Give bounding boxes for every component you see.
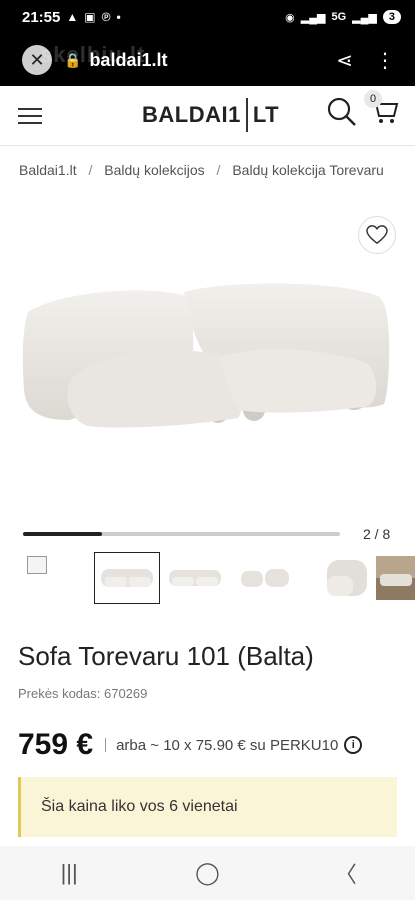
status-bar: 21:55 ▲ ▣ ℗ • ◉ ▂▄▆ 5G ▂▄▆ 3 [0, 0, 415, 34]
breadcrumb-item[interactable]: Baldų kolekcija Torevaru [232, 162, 384, 178]
signal-icon: ▂▄▆ [300, 11, 326, 24]
battery-icon: 3 [382, 10, 401, 24]
breadcrumb-separator: / [88, 162, 93, 178]
breadcrumb-item[interactable]: Baldų kolekcijos [104, 162, 204, 178]
menu-icon[interactable] [18, 107, 42, 124]
system-nav-bar: ||| ◯ 〈 [0, 846, 415, 900]
watermark: skelbiu.lt [40, 42, 146, 67]
installment-text: arba ~ 10 x 75.90 € su PERKU10 [116, 736, 339, 754]
pinterest-icon: ℗ [101, 10, 111, 24]
share-icon[interactable]: ⋖ [336, 48, 353, 73]
site-header: BALDAI1 LT 0 [0, 86, 415, 146]
sofa-thumbnail-image [101, 569, 153, 587]
thumbnail-strip [0, 552, 415, 604]
product-price: 759 € [18, 728, 94, 761]
site-logo[interactable]: BALDAI1 LT [142, 98, 279, 132]
wishlist-button[interactable] [358, 216, 396, 254]
info-icon[interactable]: i [344, 736, 363, 754]
heart-icon [366, 225, 388, 245]
home-icon[interactable]: ◯ [177, 860, 237, 886]
network-type: 5G [331, 11, 347, 23]
back-icon[interactable]: 〈 [316, 857, 376, 889]
product-title: Sofa Torevaru 101 (Balta) [18, 641, 314, 671]
thumbnail[interactable] [306, 552, 372, 604]
sofa-thumbnail-image [327, 560, 367, 596]
warning-icon: ▲ [66, 10, 79, 24]
sofa-thumbnail-image [169, 570, 221, 586]
screenshot-icon: ▣ [84, 10, 96, 24]
logo-left: BALDAI1 [142, 102, 241, 127]
recent-apps-icon[interactable]: ||| [39, 860, 99, 886]
gallery-progress [23, 532, 340, 536]
search-icon[interactable] [326, 96, 358, 128]
more-menu-icon[interactable]: ⋮ [375, 48, 395, 73]
product-main-image[interactable] [18, 270, 398, 440]
logo-right: LT [252, 102, 280, 127]
cart-count-badge: 0 [364, 90, 382, 108]
room-thumbnail-image [376, 556, 415, 600]
clock: 21:55 [22, 8, 61, 26]
hotspot-icon: ◉ [285, 11, 295, 24]
product-sku: Prekės kodas: 670269 [18, 686, 148, 701]
gallery-counter: 2 / 8 [363, 526, 391, 542]
breadcrumb-item[interactable]: Baldai1.lt [19, 162, 77, 178]
breadcrumb-separator: / [216, 162, 221, 178]
thumbnail[interactable] [162, 552, 228, 604]
thumbnail[interactable] [232, 552, 298, 604]
logo-divider [245, 98, 248, 132]
stock-notice: Šia kaina liko vos 6 vienetai [18, 777, 397, 837]
thumbnail[interactable] [376, 552, 415, 604]
sofa-thumbnail-image [241, 569, 289, 587]
signal-icon-2: ▂▄▆ [352, 11, 377, 24]
gallery-progress-fill [23, 532, 103, 536]
stock-notice-text: Šia kaina liko vos 6 vienetai [41, 798, 238, 815]
breadcrumb: Baldai1.lt / Baldų kolekcijos / Baldų ko… [19, 162, 384, 178]
price-row: 759 € arba ~ 10 x 75.90 € su PERKU10 i [18, 728, 363, 762]
price-divider [105, 738, 107, 752]
thumbnail[interactable] [94, 552, 160, 604]
dot-icon: • [116, 10, 121, 24]
